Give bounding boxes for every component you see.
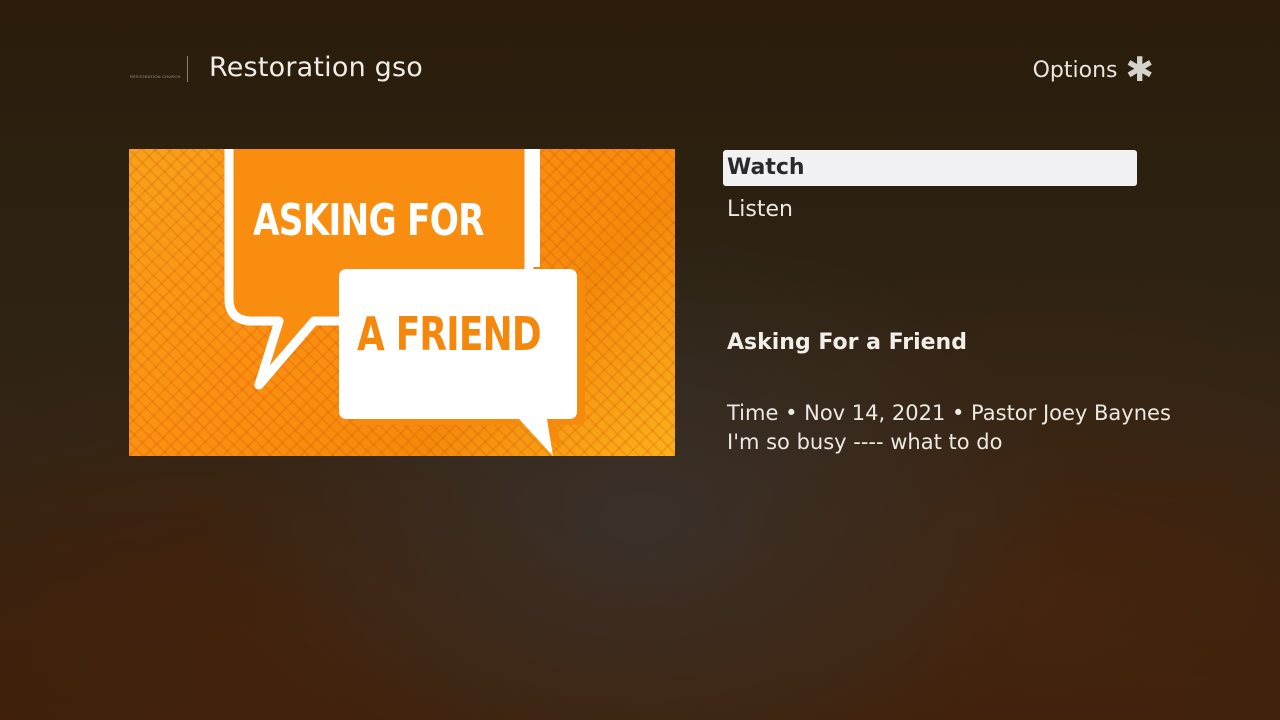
channel-title: Restoration gso [209,52,424,83]
channel-logo: RESTORATION CHURCH [128,72,180,82]
asterisk-icon: ✱ [1125,50,1155,90]
listen-button[interactable]: Listen [723,192,1137,228]
episode-title: Asking For a Friend [727,330,967,355]
artwork-title-line1: ASKING FOR [253,195,485,246]
episode-description: I'm so busy ---- what to do [727,430,1003,454]
options-button[interactable]: Options ✱ [1032,50,1155,90]
episode-artwork: ASKING FOR A FRIEND [129,149,675,456]
header-divider [187,56,188,82]
episode-meta: Time • Nov 14, 2021 • Pastor Joey Baynes [727,401,1171,425]
options-label: Options [1032,57,1118,83]
watch-button[interactable]: Watch [723,150,1137,186]
logo-text: RESTORATION CHURCH [130,74,181,79]
playback-menu: Watch Listen [723,150,1137,228]
artwork-title-line2: A FRIEND [357,307,542,361]
